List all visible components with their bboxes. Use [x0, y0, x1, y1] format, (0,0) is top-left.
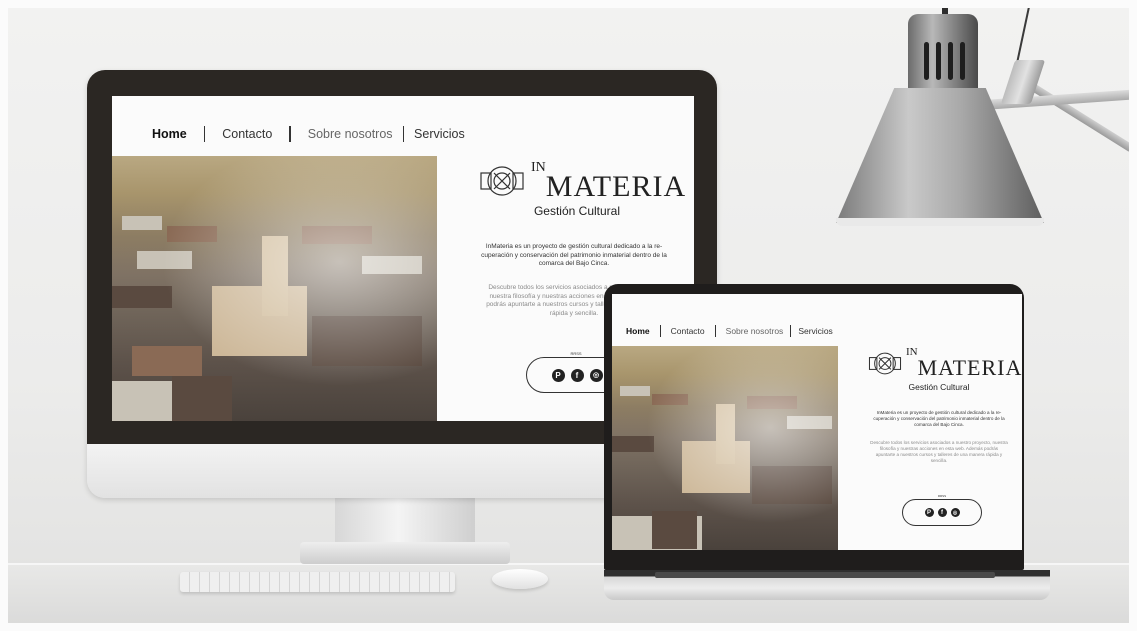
hero-photo	[112, 156, 437, 421]
nav-home[interactable]: Home	[152, 127, 187, 141]
nav-sobre-nosotros[interactable]: Sobre nosotros	[308, 127, 393, 141]
lamp-rim	[836, 218, 1044, 226]
pinterest-icon[interactable]: P	[924, 508, 934, 517]
laptop-screen: Home Contacto Sobre nosotros Servicios I…	[612, 294, 1022, 550]
laptop-keyboard	[655, 572, 995, 578]
monitor-nav: Home Contacto Sobre nosotros Servicios	[152, 126, 465, 142]
nav-servicios[interactable]: Servicios	[798, 326, 832, 336]
laptop-nav: Home Contacto Sobre nosotros Servicios	[626, 325, 833, 337]
logo-emblem-icon	[868, 352, 902, 375]
logo-in: IN	[531, 160, 546, 175]
nav-contacto[interactable]: Contacto	[222, 127, 272, 141]
monitor-stand	[335, 498, 475, 546]
laptop-social-label: RRSS	[937, 494, 947, 498]
monitor-logo: IN MATERIA	[479, 158, 686, 204]
logo-emblem-icon	[480, 166, 524, 196]
laptop-tagline: Gestión Cultural	[908, 382, 970, 392]
laptop-description: InMateria es un proyecto de gestión cult…	[873, 410, 1005, 427]
facebook-icon[interactable]: f	[937, 508, 947, 517]
keyboard	[180, 572, 455, 592]
pinterest-icon[interactable]: P	[551, 368, 565, 382]
logo-wordmark: MATERIA	[545, 170, 687, 203]
logo-in: IN	[906, 346, 918, 358]
nav-contacto[interactable]: Contacto	[671, 326, 705, 336]
lamp-arm-lower	[969, 89, 1137, 111]
instagram-icon[interactable]: ◎	[589, 368, 603, 382]
lamp-shade	[836, 88, 1044, 223]
facebook-icon[interactable]: f	[570, 368, 584, 382]
logo-wordmark: MATERIA	[917, 355, 1022, 380]
monitor-tagline: Gestión Cultural	[533, 204, 621, 218]
nav-sobre-nosotros[interactable]: Sobre nosotros	[726, 326, 784, 336]
laptop-services-text: Descubre todos los servicios asociados a…	[870, 440, 1008, 463]
instagram-icon[interactable]: ◎	[950, 508, 960, 517]
nav-servicios[interactable]: Servicios	[414, 127, 465, 141]
hero-photo	[612, 346, 838, 550]
laptop-logo: IN MATERIA	[868, 346, 1022, 381]
laptop-social-box: P f ◎	[902, 499, 982, 526]
mouse	[492, 569, 548, 589]
lamp-neck	[908, 14, 978, 94]
nav-home[interactable]: Home	[626, 326, 650, 336]
monitor-description: InMateria es un proyecto de gestión cult…	[481, 243, 667, 267]
monitor-foot	[300, 542, 510, 564]
